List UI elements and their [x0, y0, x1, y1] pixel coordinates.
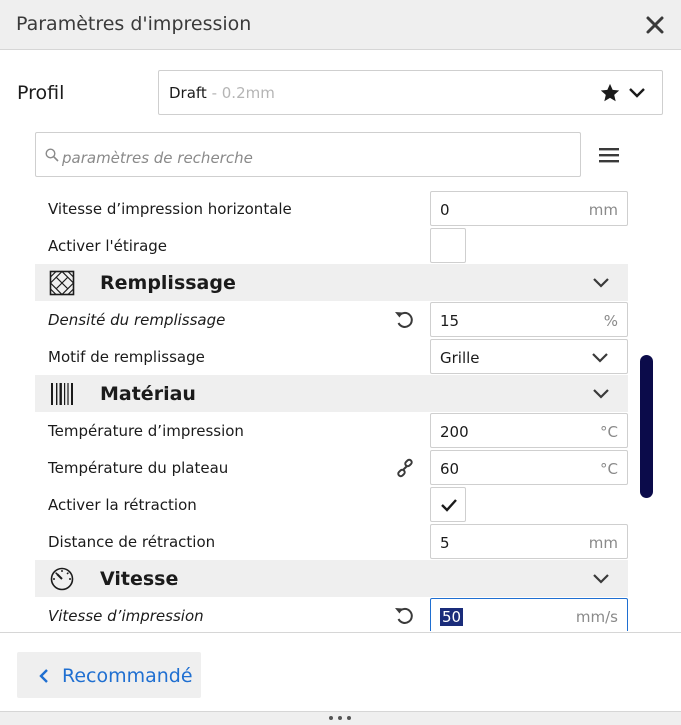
category-infill[interactable]: Remplissage [35, 264, 628, 301]
chevron-down-icon [592, 353, 608, 363]
print-speed-field[interactable]: 50 mm/s [430, 598, 628, 631]
setting-row-infill-pattern: Motif de remplissage Grille [35, 338, 628, 375]
setting-row-horizontal-speed: Vitesse d’impression horizontale 0 mm [35, 190, 628, 227]
retraction-checkbox[interactable] [430, 487, 466, 522]
retraction-distance-field[interactable]: 5 mm [430, 524, 628, 559]
field-value: 200 [440, 423, 469, 441]
profile-value: Draft - 0.2mm [169, 84, 275, 102]
setting-label: Motif de remplissage [48, 348, 205, 366]
link-icon[interactable] [395, 458, 415, 478]
setting-row-bed-temperature: Température du plateau 60 °C [35, 449, 628, 486]
resize-grip-icon[interactable] [325, 715, 355, 721]
chevron-down-icon [593, 278, 609, 288]
setting-row-infill-density: Densité du remplissage 15 % [35, 301, 628, 338]
profile-name: Draft [169, 84, 207, 102]
reset-icon[interactable] [393, 604, 415, 626]
field-value: 0 [440, 201, 450, 219]
chevron-down-icon [593, 574, 609, 584]
field-value: 60 [440, 460, 460, 478]
category-title: Remplissage [100, 272, 236, 294]
profile-layer-height: - 0.2mm [206, 84, 275, 102]
category-material[interactable]: Matériau [35, 375, 628, 412]
chevron-left-icon [39, 669, 48, 683]
window-title: Paramètres d'impression [16, 13, 252, 35]
field-unit: °C [600, 460, 618, 478]
checkmark-icon [441, 499, 457, 512]
bed-temperature-field[interactable]: 60 °C [430, 450, 628, 485]
category-speed[interactable]: Vitesse [35, 560, 628, 597]
setting-row-retraction-distance: Distance de rétraction 5 mm [35, 523, 628, 560]
close-icon[interactable] [641, 11, 669, 39]
setting-row-ironing: Activer l'étirage [35, 227, 628, 264]
field-value: 50 [440, 608, 464, 626]
setting-label: Activer l'étirage [48, 237, 168, 255]
speedometer-icon [50, 567, 74, 591]
infill-density-field[interactable]: 15 % [430, 302, 628, 337]
category-title: Vitesse [100, 568, 179, 590]
recommended-button[interactable]: Recommandé [17, 652, 201, 698]
scrollbar-thumb[interactable] [640, 355, 653, 498]
infill-pattern-dropdown[interactable]: Grille [430, 339, 628, 374]
setting-label: Température d’impression [48, 422, 244, 440]
field-unit: mm [588, 201, 618, 219]
star-icon[interactable] [599, 82, 621, 104]
setting-label: Température du plateau [48, 459, 229, 477]
search-placeholder: paramètres de recherche [62, 149, 253, 167]
setting-label: Distance de rétraction [48, 533, 216, 551]
field-value: 5 [440, 534, 450, 552]
profile-dropdown[interactable]: Draft - 0.2mm [158, 70, 663, 115]
field-unit: % [603, 312, 618, 330]
horizontal-speed-field[interactable]: 0 mm [430, 191, 628, 226]
chevron-down-icon [629, 88, 645, 98]
profile-label: Profil [17, 82, 65, 104]
recommended-label: Recommandé [62, 665, 193, 687]
reset-icon[interactable] [393, 308, 415, 330]
setting-label: Densité du remplissage [48, 311, 226, 329]
infill-icon [49, 270, 75, 296]
title-bar: Paramètres d'impression [0, 0, 681, 50]
settings-list: Vitesse d’impression horizontale 0 mm Ac… [0, 190, 681, 631]
print-temperature-field[interactable]: 200 °C [430, 413, 628, 448]
setting-label: Activer la rétraction [48, 496, 197, 514]
dropdown-value: Grille [440, 349, 480, 367]
footer-divider [0, 632, 681, 633]
field-unit: mm/s [575, 608, 618, 626]
field-value: 15 [440, 312, 460, 330]
field-unit: °C [600, 423, 618, 441]
chevron-down-icon [593, 389, 609, 399]
menu-icon[interactable] [598, 146, 620, 164]
setting-label: Vitesse d’impression horizontale [48, 200, 292, 218]
field-unit: mm [588, 534, 618, 552]
setting-row-print-temperature: Température d’impression 200 °C [35, 412, 628, 449]
setting-label: Vitesse d’impression [48, 607, 204, 625]
material-icon [51, 383, 73, 405]
search-input[interactable]: paramètres de recherche [35, 132, 581, 177]
bottom-bar [0, 711, 681, 725]
setting-row-print-speed: Vitesse d’impression 50 mm/s [35, 597, 628, 631]
search-icon [45, 148, 59, 162]
setting-row-retraction: Activer la rétraction [35, 486, 628, 523]
ironing-checkbox[interactable] [430, 228, 466, 263]
category-title: Matériau [100, 383, 196, 405]
